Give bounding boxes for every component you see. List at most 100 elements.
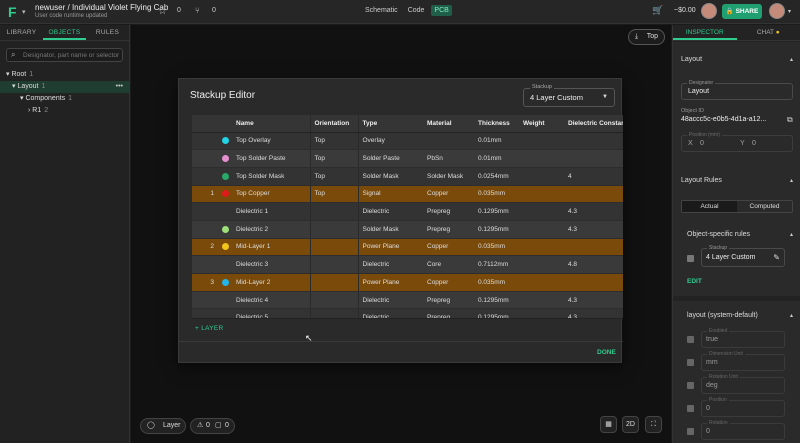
cell-type[interactable]: Dielectric bbox=[358, 255, 423, 274]
expand-chevron-icon[interactable]: ▾ bbox=[6, 71, 10, 78]
tab-inspector[interactable]: INSPECTOR bbox=[673, 25, 737, 40]
chevron-up-icon[interactable]: ▴ bbox=[790, 231, 793, 238]
cell-thickness[interactable]: 0.0254mm bbox=[474, 167, 519, 186]
copy-icon[interactable]: ⧉ bbox=[787, 115, 793, 125]
cell-material[interactable]: Prepreg bbox=[423, 291, 474, 310]
project-name[interactable]: Individual Violet Flying Cab bbox=[72, 3, 168, 12]
collapse-chevron-icon[interactable]: › bbox=[28, 107, 30, 114]
cell-thickness[interactable]: 0.1295mm bbox=[474, 308, 519, 318]
cell-dielectric-constant[interactable] bbox=[564, 238, 623, 257]
table-row[interactable]: Top Solder Paste Top Solder Paste PbSn 0.01m… bbox=[192, 149, 623, 168]
tab-schematic[interactable]: Schematic bbox=[362, 5, 401, 16]
search-input[interactable] bbox=[23, 49, 129, 61]
cell-material[interactable] bbox=[423, 132, 474, 151]
cell-type[interactable]: Dielectric bbox=[358, 308, 423, 318]
toggle-computed[interactable]: Computed bbox=[737, 201, 792, 212]
chevron-up-icon[interactable]: ▴ bbox=[790, 56, 793, 63]
cell-dielectric-constant[interactable] bbox=[564, 132, 623, 151]
layer-color-swatch[interactable] bbox=[222, 137, 229, 145]
rule-checkbox[interactable] bbox=[687, 405, 694, 412]
cell-weight[interactable] bbox=[519, 149, 564, 168]
share-button[interactable]: 🔒 SHARE bbox=[722, 4, 762, 19]
cell-orientation[interactable]: Top bbox=[310, 149, 359, 168]
tab-pcb[interactable]: PCB bbox=[431, 5, 452, 16]
cell-orientation[interactable]: Top bbox=[310, 167, 359, 186]
cell-color[interactable] bbox=[218, 167, 232, 186]
cell-thickness[interactable]: 0.035mm bbox=[474, 238, 519, 257]
tree-item-r1[interactable]: › R1 2 bbox=[0, 105, 129, 117]
cell-orientation[interactable] bbox=[310, 202, 359, 221]
cell-dielectric-constant[interactable] bbox=[564, 273, 623, 292]
cell-type[interactable]: Dielectric bbox=[358, 202, 423, 221]
tab-chat[interactable]: CHAT ● bbox=[737, 25, 800, 40]
cart-icon[interactable]: 🛒 bbox=[652, 5, 663, 16]
cell-thickness[interactable]: 0.1295mm bbox=[474, 220, 519, 239]
cell-color[interactable] bbox=[218, 308, 232, 318]
cell-name[interactable]: Top Overlay bbox=[232, 132, 311, 151]
layer-select-button[interactable]: ⤓ Top bbox=[628, 29, 665, 45]
cell-weight[interactable] bbox=[519, 132, 564, 151]
cell-index[interactable] bbox=[192, 308, 218, 318]
column-header-thickness[interactable]: Thickness bbox=[474, 115, 519, 133]
cell-thickness[interactable]: 0.1295mm bbox=[474, 291, 519, 310]
cell-index[interactable]: 1 bbox=[192, 185, 218, 204]
cell-material[interactable]: Prepreg bbox=[423, 220, 474, 239]
layer-color-swatch[interactable] bbox=[222, 278, 229, 286]
table-row[interactable]: 3 Mid-Layer 2 Power Plane Copper 0.035mm bbox=[192, 273, 623, 292]
tree-item-root[interactable]: ▾ Root 1 bbox=[0, 69, 129, 81]
table-row[interactable]: Top Overlay Top Overlay 0.01mm bbox=[192, 132, 623, 151]
cell-name[interactable]: Dielectric 3 bbox=[232, 255, 311, 274]
cell-dielectric-constant[interactable] bbox=[564, 185, 623, 204]
cell-color[interactable] bbox=[218, 220, 232, 239]
column-header-type[interactable]: Type bbox=[358, 115, 423, 133]
cell-color[interactable] bbox=[218, 149, 232, 168]
table-row[interactable]: 1 Top Copper Top Signal Copper 0.035mm bbox=[192, 185, 623, 204]
cell-weight[interactable] bbox=[519, 185, 564, 204]
cell-color[interactable] bbox=[218, 185, 232, 204]
column-header-orientation[interactable]: Orientation bbox=[310, 115, 359, 133]
column-header-material[interactable]: Material bbox=[423, 115, 474, 133]
rule-checkbox[interactable] bbox=[687, 336, 694, 343]
cell-index[interactable] bbox=[192, 202, 218, 221]
column-header-name[interactable]: Name bbox=[232, 115, 311, 133]
cell-index[interactable]: 3 bbox=[192, 273, 218, 292]
rule-checkbox[interactable] bbox=[687, 382, 694, 389]
expand-chevron-icon[interactable]: ▾ bbox=[12, 83, 16, 90]
cell-material[interactable]: Copper bbox=[423, 273, 474, 292]
cell-weight[interactable] bbox=[519, 308, 564, 318]
cell-name[interactable]: Dielectric 4 bbox=[232, 291, 311, 310]
cell-dielectric-constant[interactable]: 4.3 bbox=[564, 220, 623, 239]
cell-color[interactable] bbox=[218, 255, 232, 274]
cell-weight[interactable] bbox=[519, 255, 564, 274]
cell-material[interactable]: Copper bbox=[423, 185, 474, 204]
cell-type[interactable]: Signal bbox=[358, 185, 423, 204]
tab-objects[interactable]: OBJECTS bbox=[43, 25, 86, 40]
cell-name[interactable]: Mid-Layer 1 bbox=[232, 238, 311, 257]
issues-button[interactable]: ⚠ 0 ▢ 0 bbox=[190, 418, 235, 434]
cell-material[interactable]: Solder Mask bbox=[423, 167, 474, 186]
cell-orientation[interactable]: Top bbox=[310, 185, 359, 204]
user-avatar[interactable] bbox=[769, 3, 785, 19]
column-header-weight[interactable]: Weight bbox=[519, 115, 564, 133]
cell-material[interactable]: PbSn bbox=[423, 149, 474, 168]
view-2d-button[interactable]: 2D bbox=[622, 416, 639, 433]
cell-thickness[interactable]: 0.01mm bbox=[474, 149, 519, 168]
cell-orientation[interactable] bbox=[310, 273, 359, 292]
table-row[interactable]: Dielectric 3 Dielectric Core 0.7112mm 4.8 bbox=[192, 255, 623, 274]
cell-name[interactable]: Mid-Layer 2 bbox=[232, 273, 311, 292]
layer-color-swatch[interactable] bbox=[222, 154, 229, 162]
cell-index[interactable] bbox=[192, 220, 218, 239]
cell-index[interactable] bbox=[192, 291, 218, 310]
star-icon[interactable]: ☆ bbox=[158, 6, 167, 17]
cell-name[interactable]: Top Solder Mask bbox=[232, 167, 311, 186]
cell-orientation[interactable]: Top bbox=[310, 132, 359, 151]
cell-weight[interactable] bbox=[519, 291, 564, 310]
table-row[interactable]: Dielectric 4 Dielectric Prepreg 0.1295mm 4.3 bbox=[192, 291, 623, 310]
cell-weight[interactable] bbox=[519, 167, 564, 186]
done-button[interactable]: DONE bbox=[597, 349, 616, 356]
chevron-up-icon[interactable]: ▴ bbox=[790, 177, 793, 184]
layer-color-swatch[interactable] bbox=[222, 243, 229, 251]
cell-weight[interactable] bbox=[519, 220, 564, 239]
cell-thickness[interactable]: 0.035mm bbox=[474, 273, 519, 292]
table-row[interactable]: Dielectric 2 Solder Mask Prepreg 0.1295mm 4.… bbox=[192, 220, 623, 239]
